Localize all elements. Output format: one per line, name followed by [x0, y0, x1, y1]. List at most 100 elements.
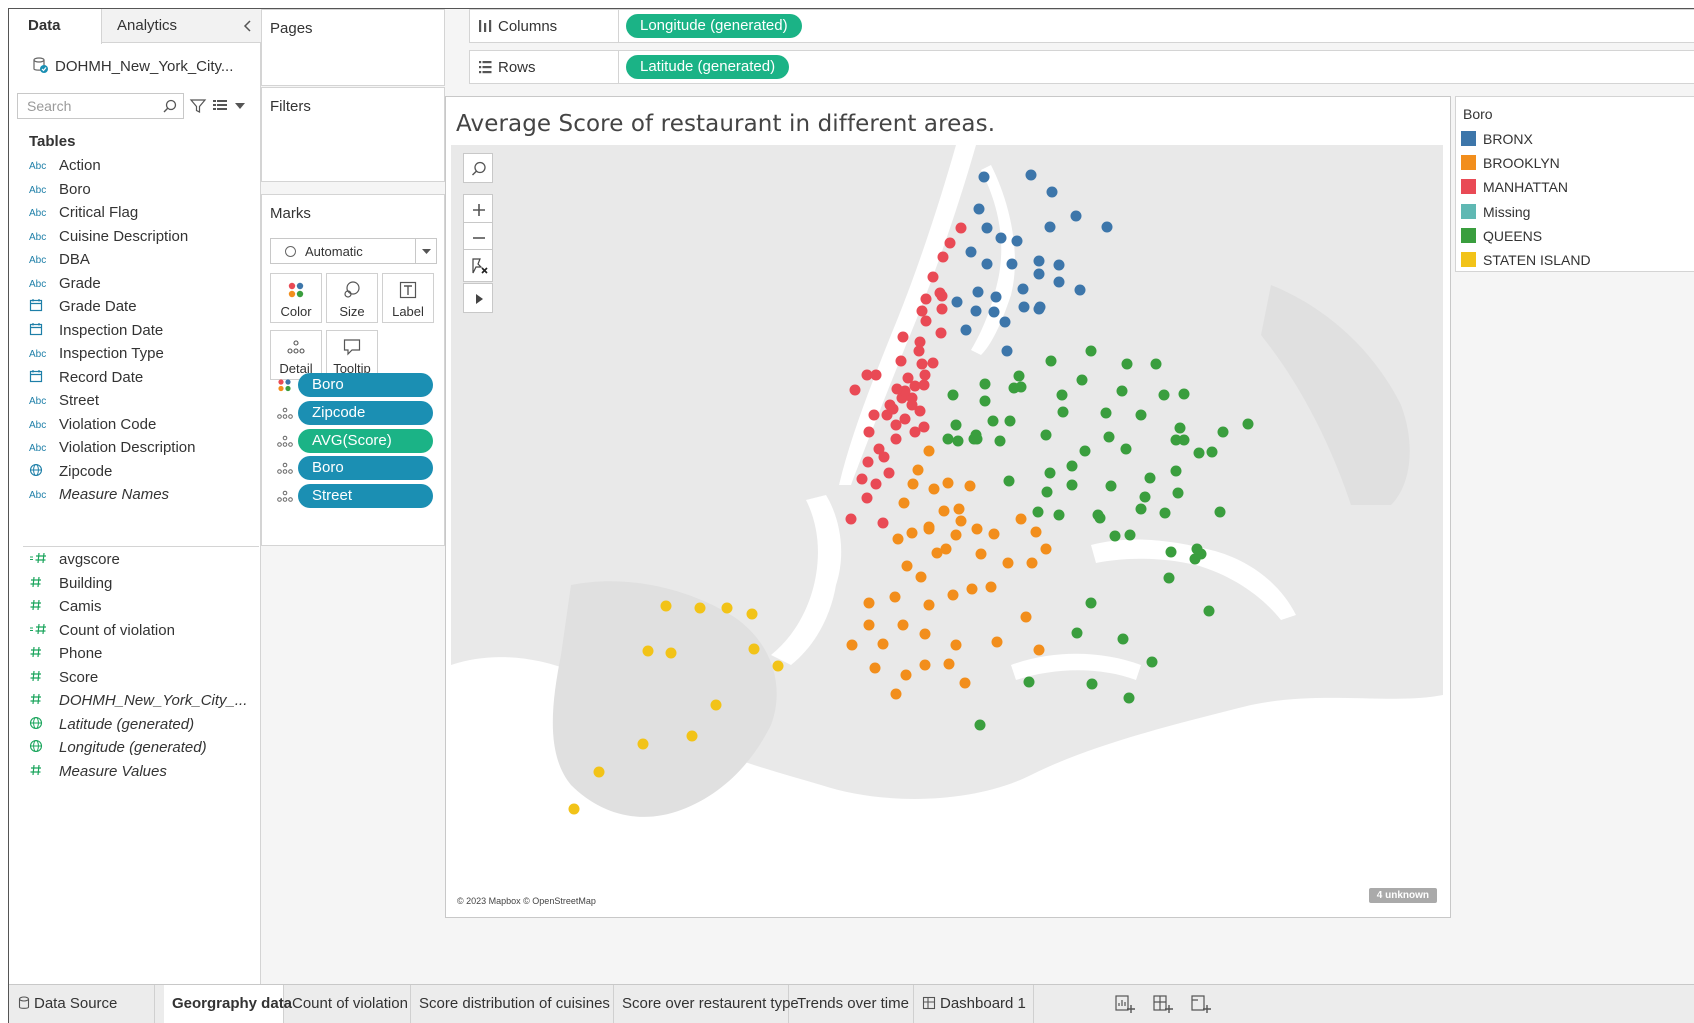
field-violation-description[interactable]: Abc Violation Description — [29, 439, 195, 461]
map-dot-bronx[interactable] — [999, 316, 1011, 328]
map-dot-bronx[interactable] — [1046, 186, 1058, 198]
map-dot-brooklyn[interactable] — [915, 571, 927, 583]
map-dot-brooklyn[interactable] — [897, 619, 909, 631]
map-dot-brooklyn[interactable] — [947, 589, 959, 601]
map-dot-staten-island[interactable] — [710, 699, 722, 711]
map-dot-queens[interactable] — [1120, 443, 1132, 455]
map-dot-queens[interactable] — [1144, 472, 1156, 484]
map-dot-manhattan[interactable] — [868, 409, 880, 421]
map-dot-staten-island[interactable] — [637, 738, 649, 750]
view-dropdown-icon[interactable] — [235, 102, 245, 110]
map-dot-manhattan[interactable] — [861, 369, 873, 381]
map-dot-brooklyn[interactable] — [900, 669, 912, 681]
map-dot-manhattan[interactable] — [887, 403, 899, 415]
map-dot-staten-island[interactable] — [593, 766, 605, 778]
map-dot-bronx[interactable] — [970, 305, 982, 317]
map-dot-brooklyn[interactable] — [975, 548, 987, 560]
map-dot-queens[interactable] — [1139, 491, 1151, 503]
map-dot-manhattan[interactable] — [877, 517, 889, 529]
map-dot-brooklyn[interactable] — [959, 677, 971, 689]
map-dot-manhattan[interactable] — [883, 467, 895, 479]
sheet-tab-score-over-restaurent-type[interactable]: Score over restaurent type — [614, 985, 799, 1023]
map-dot-brooklyn[interactable] — [1020, 611, 1032, 623]
map-dot-queens[interactable] — [1057, 406, 1069, 418]
map-dot-brooklyn[interactable] — [863, 619, 875, 631]
map-dot-manhattan[interactable] — [936, 290, 948, 302]
field-latitude-generated[interactable]: Latitude (generated) — [29, 716, 194, 738]
field-measure-names[interactable]: Abc Measure Names — [29, 486, 169, 508]
map-dot-bronx[interactable] — [988, 306, 1000, 318]
map-dot-staten-island[interactable] — [721, 602, 733, 614]
map-dot-manhattan[interactable] — [895, 355, 907, 367]
legend-item-brooklyn[interactable]: BROOKLYN — [1461, 155, 1560, 173]
map-dot-queens[interactable] — [1174, 422, 1186, 434]
map-dot-bronx[interactable] — [1044, 221, 1056, 233]
map-dot-queens[interactable] — [1085, 597, 1097, 609]
map-dot-queens[interactable] — [1163, 572, 1175, 584]
map-dot-bronx[interactable] — [1011, 235, 1023, 247]
map-dot-manhattan[interactable] — [909, 380, 921, 392]
map-dot-queens[interactable] — [1103, 431, 1115, 443]
map-dot-bronx[interactable] — [1025, 169, 1037, 181]
map-dot-brooklyn[interactable] — [943, 658, 955, 670]
map-dot-queens[interactable] — [942, 433, 954, 445]
map-dot-brooklyn[interactable] — [877, 638, 889, 650]
field-longitude-generated[interactable]: Longitude (generated) — [29, 739, 207, 761]
field-action[interactable]: Abc Action — [29, 157, 101, 179]
field-boro[interactable]: Abc Boro — [29, 181, 91, 203]
map-dot-manhattan[interactable] — [918, 421, 930, 433]
map-dot-queens[interactable] — [1123, 692, 1135, 704]
map-dot-manhattan[interactable] — [935, 327, 947, 339]
map-dot-queens[interactable] — [1170, 465, 1182, 477]
map-dot-bronx[interactable] — [951, 296, 963, 308]
color-button[interactable]: Color — [270, 273, 322, 323]
map-dot-bronx[interactable] — [1053, 276, 1065, 288]
reset-map-button[interactable] — [463, 250, 493, 282]
map-dot-queens[interactable] — [987, 415, 999, 427]
map-dot-brooklyn[interactable] — [1033, 644, 1045, 656]
map-dot-queens[interactable] — [1170, 434, 1182, 446]
field-zipcode[interactable]: Zipcode — [29, 463, 112, 485]
filter-icon[interactable] — [189, 97, 207, 115]
map-dot-brooklyn[interactable] — [955, 515, 967, 527]
map-dot-bronx[interactable] — [972, 286, 984, 298]
map-dot-brooklyn[interactable] — [923, 599, 935, 611]
map-dot-brooklyn[interactable] — [950, 639, 962, 651]
field-violation-code[interactable]: Abc Violation Code — [29, 416, 156, 438]
map-dot-queens[interactable] — [1203, 605, 1215, 617]
map-dot-staten-island[interactable] — [660, 600, 672, 612]
map-dot-brooklyn[interactable] — [985, 581, 997, 593]
map-dot-queens[interactable] — [1045, 355, 1057, 367]
field-dba[interactable]: Abc DBA — [29, 251, 90, 273]
map-dot-bronx[interactable] — [1070, 210, 1082, 222]
map-dot-manhattan[interactable] — [916, 305, 928, 317]
map-dot-queens[interactable] — [1015, 381, 1027, 393]
map-dot-manhattan[interactable] — [927, 271, 939, 283]
map-dot-queens[interactable] — [952, 435, 964, 447]
rows-pill[interactable]: Latitude (generated) — [626, 55, 790, 79]
filters-shelf[interactable]: Filters — [261, 87, 445, 182]
zoom-in-button[interactable] — [463, 194, 493, 222]
field-inspection-date[interactable]: Inspection Date — [29, 322, 163, 344]
map-dot-queens[interactable] — [1041, 486, 1053, 498]
map-dot-brooklyn[interactable] — [846, 639, 858, 651]
map-dot-brooklyn[interactable] — [912, 464, 924, 476]
list-view-icon[interactable] — [212, 98, 228, 114]
map-attribution[interactable]: © 2023 Mapbox © OpenStreetMap — [457, 896, 596, 906]
map-dot-queens[interactable] — [979, 395, 991, 407]
new-worksheet-icon[interactable] — [1114, 994, 1136, 1014]
map-dot-bronx[interactable] — [1074, 284, 1086, 296]
map-dot-brooklyn[interactable] — [966, 583, 978, 595]
field-critical-flag[interactable]: Abc Critical Flag — [29, 204, 138, 226]
map-dot-manhattan[interactable] — [890, 433, 902, 445]
map-dot-queens[interactable] — [1217, 426, 1229, 438]
map-dot-bronx[interactable] — [1001, 345, 1013, 357]
data-source-item[interactable]: DOHMH_New_York_City... — [31, 56, 233, 75]
map-dot-bronx[interactable] — [973, 203, 985, 215]
map-dot-manhattan[interactable] — [920, 315, 932, 327]
map-dot-brooklyn[interactable] — [919, 659, 931, 671]
map-dot-brooklyn[interactable] — [919, 628, 931, 640]
map-dot-brooklyn[interactable] — [901, 560, 913, 572]
map-dot-brooklyn[interactable] — [892, 533, 904, 545]
map-search-button[interactable] — [463, 153, 493, 183]
